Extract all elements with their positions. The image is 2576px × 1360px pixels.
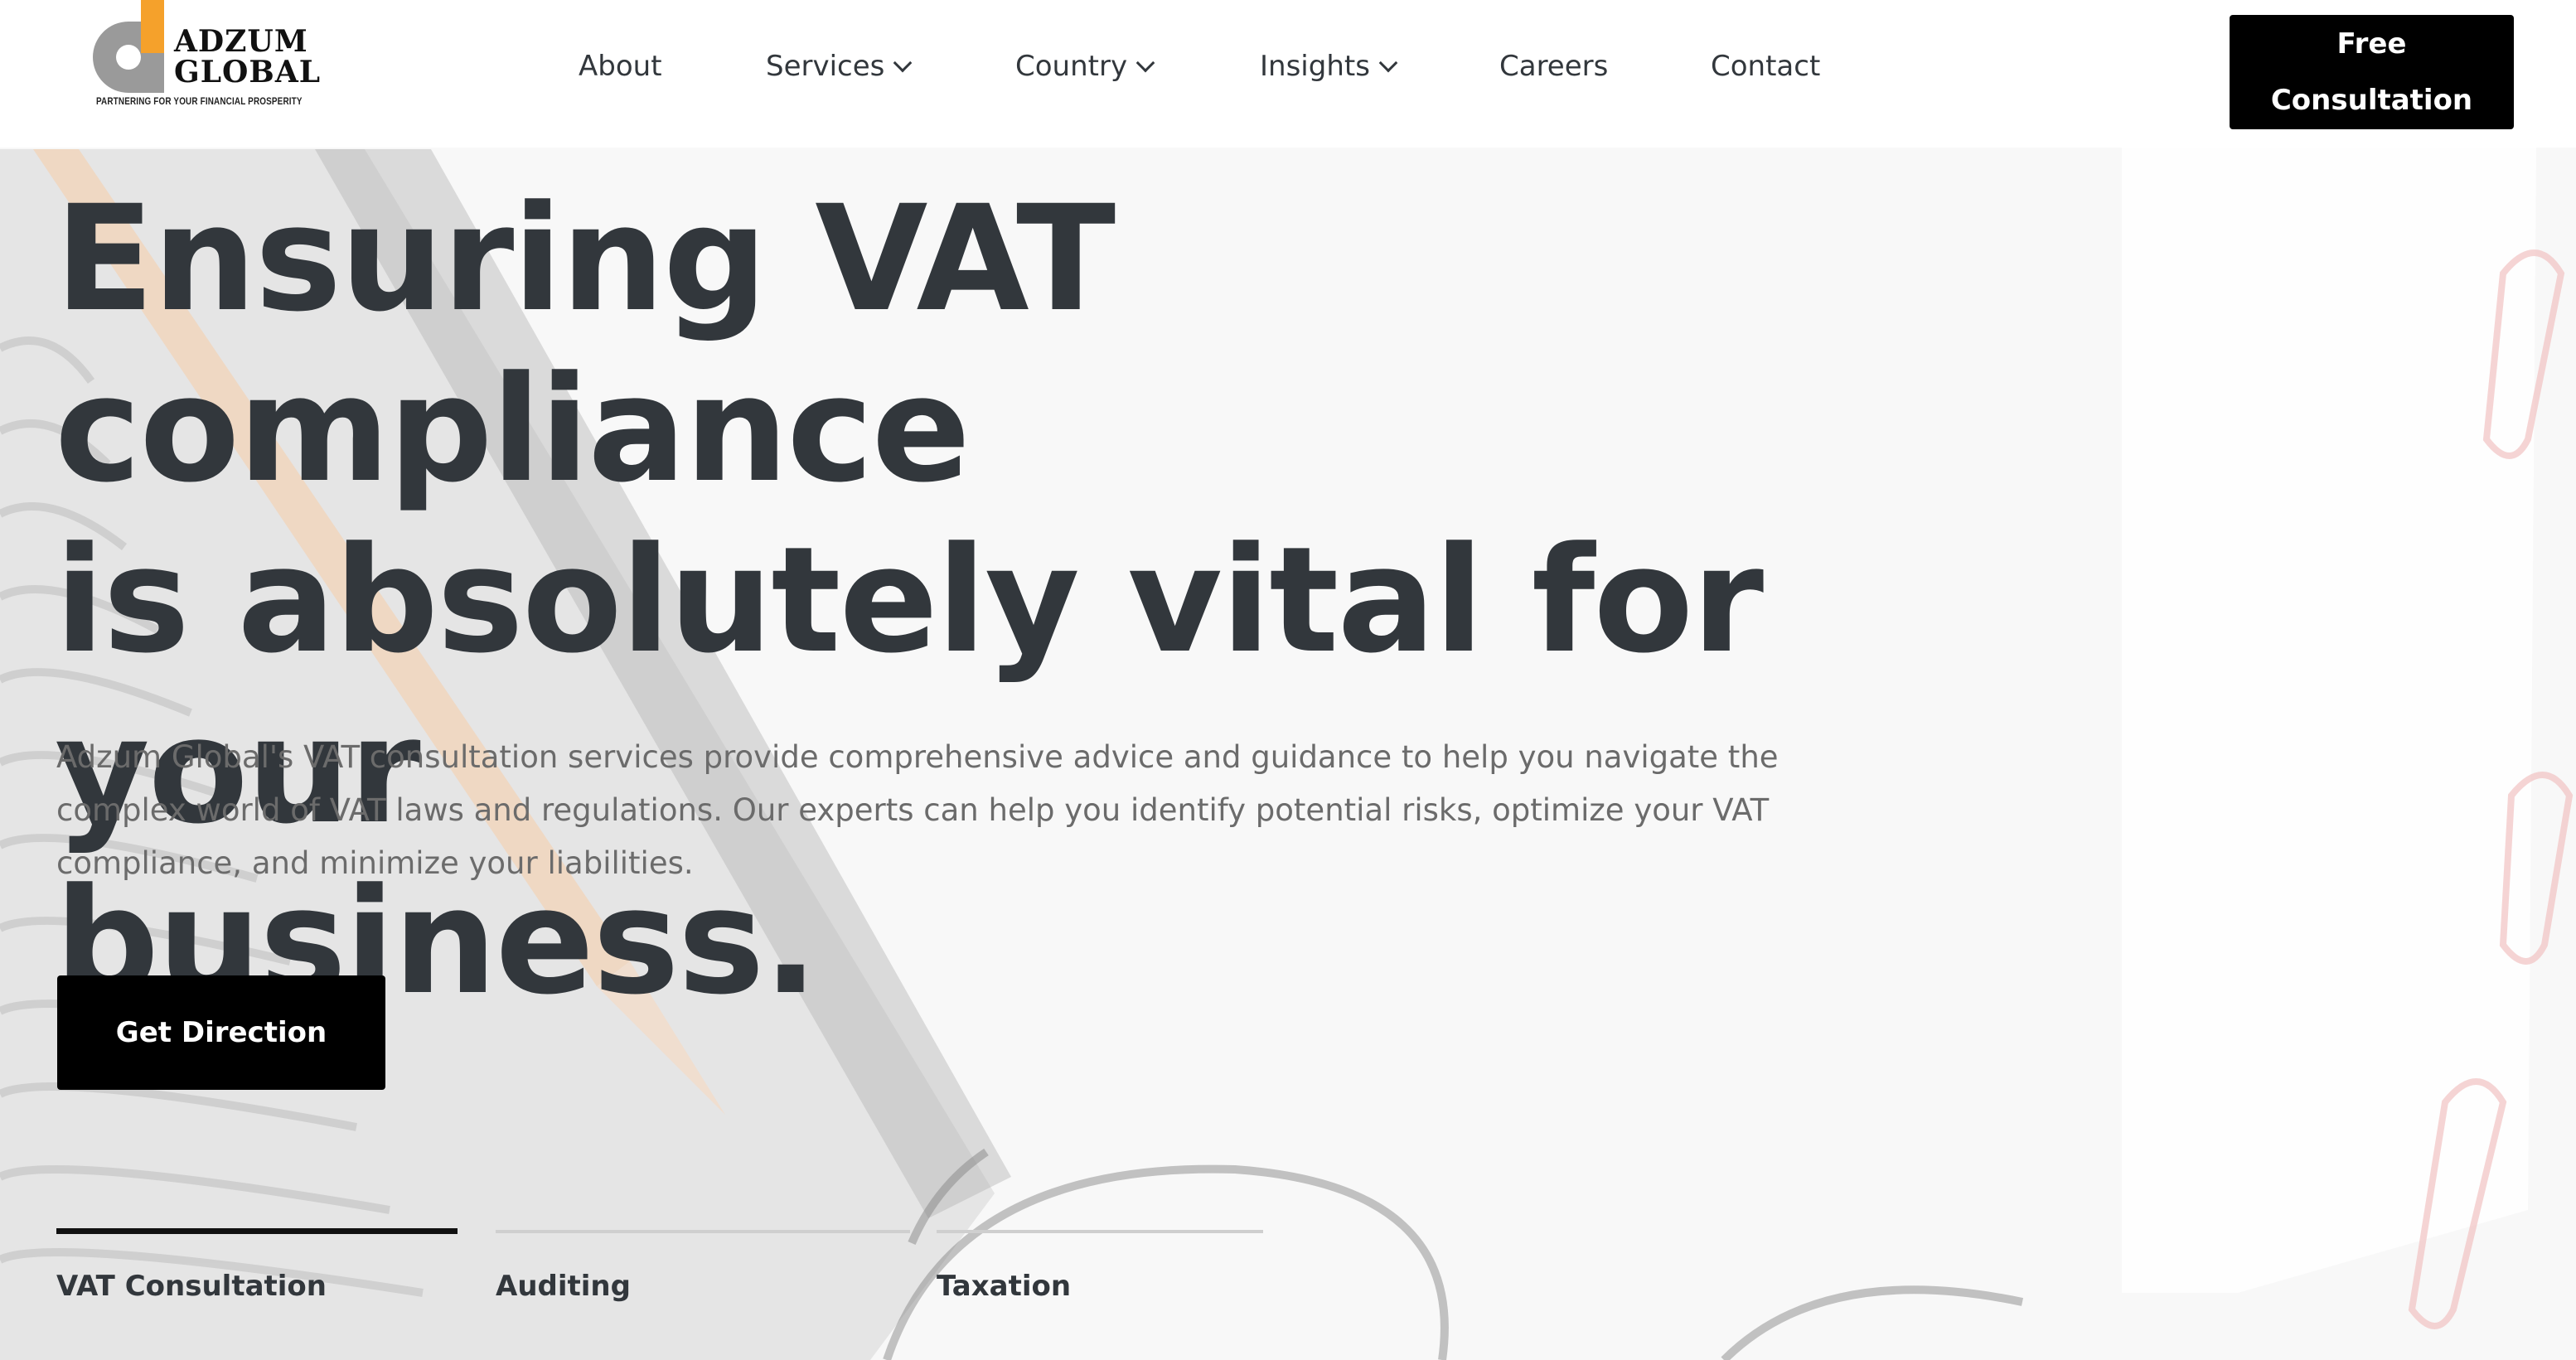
tab-indicator bbox=[496, 1230, 910, 1233]
hero-title-line1: Ensuring VAT compliance bbox=[55, 174, 1116, 515]
logo-accent-bar bbox=[141, 0, 164, 53]
nav-about[interactable]: About bbox=[579, 50, 662, 83]
tab-taxation-label: Taxation bbox=[937, 1270, 1072, 1303]
hero-description: Adzum Global's VAT consultation services… bbox=[56, 739, 1779, 881]
nav-country-label: Country bbox=[1015, 50, 1128, 83]
cta-line2: Consultation bbox=[2270, 84, 2473, 117]
free-consultation-button[interactable]: Free Consultation bbox=[2230, 15, 2514, 129]
site-header: ADZUM GLOBAL PARTNERING FOR YOUR FINANCI… bbox=[0, 0, 2576, 148]
nav-contact-label: Contact bbox=[1711, 50, 1821, 83]
nav-contact[interactable]: Contact bbox=[1711, 50, 1820, 83]
nav-services[interactable]: Services bbox=[766, 50, 913, 83]
chevron-down-icon bbox=[893, 53, 913, 73]
tab-vat-consultation-label: VAT Consultation bbox=[56, 1270, 327, 1303]
tab-auditing-label: Auditing bbox=[496, 1270, 631, 1303]
nav-about-label: About bbox=[579, 50, 662, 83]
nav-careers-label: Careers bbox=[1499, 50, 1609, 83]
tab-auditing[interactable]: Auditing bbox=[496, 1227, 910, 1326]
logo-name-line1: ADZUM bbox=[174, 24, 308, 59]
tab-taxation[interactable]: Taxation bbox=[937, 1227, 1263, 1326]
service-tabs: VAT Consultation Auditing Taxation bbox=[56, 1227, 1300, 1326]
chevron-down-icon bbox=[1378, 53, 1398, 73]
nav-services-label: Services bbox=[766, 50, 885, 83]
nav-insights-label: Insights bbox=[1260, 50, 1370, 83]
cta-line1: Free bbox=[2336, 27, 2407, 60]
nav-insights[interactable]: Insights bbox=[1260, 50, 1398, 83]
get-direction-button[interactable]: Get Direction bbox=[57, 975, 385, 1090]
tab-vat-consultation[interactable]: VAT Consultation bbox=[56, 1227, 458, 1326]
chevron-down-icon bbox=[1135, 53, 1155, 73]
logo-tagline: PARTNERING FOR YOUR FINANCIAL PROSPERITY bbox=[96, 97, 303, 107]
hero-title: Ensuring VAT compliance is absolutely vi… bbox=[55, 174, 2060, 1028]
nav-country[interactable]: Country bbox=[1015, 50, 1155, 83]
logo-name-line2: GLOBAL bbox=[174, 55, 322, 90]
tab-indicator bbox=[937, 1230, 1263, 1233]
logo-name: ADZUM GLOBAL bbox=[174, 27, 321, 88]
adzum-global-logo[interactable]: ADZUM GLOBAL PARTNERING FOR YOUR FINANCI… bbox=[93, 0, 320, 116]
tab-indicator-active bbox=[56, 1228, 458, 1234]
nav-careers[interactable]: Careers bbox=[1499, 50, 1608, 83]
